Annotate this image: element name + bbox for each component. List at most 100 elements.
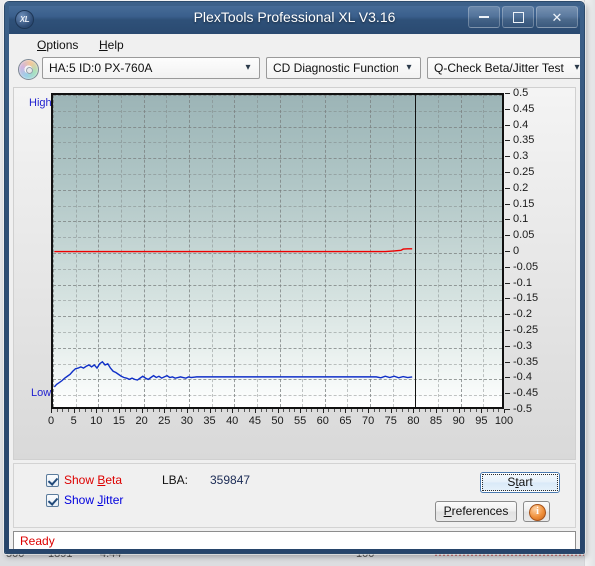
drive-select[interactable]: HA:5 ID:0 PX-760A ▾ (42, 57, 260, 79)
y-axis-tick-label: 0.35 (513, 134, 535, 147)
show-beta-label[interactable]: Show Beta (64, 473, 122, 488)
x-axis-tick-minor (356, 409, 358, 412)
test-select[interactable]: Q-Check Beta/Jitter Test ▾ (427, 57, 584, 79)
show-jitter-label[interactable]: Show Jitter (64, 493, 123, 508)
x-axis-tick-minor (311, 409, 313, 412)
start-button[interactable]: Start (480, 472, 560, 493)
x-axis-tick-minor (130, 409, 132, 412)
x-axis-tick (96, 409, 98, 413)
y-axis-tick-label: 0.1 (513, 213, 529, 226)
x-axis-tick-minor (175, 409, 177, 412)
x-axis-tick (118, 409, 120, 413)
y-axis-tick-label: -0.5 (513, 403, 532, 415)
y-axis-tick-label: -0.4 (513, 371, 532, 384)
drive-select-value: HA:5 ID:0 PX-760A (49, 61, 153, 75)
x-axis-tick-minor (220, 409, 222, 412)
x-axis-tick-minor (470, 409, 472, 412)
y-axis-tick-label: -0.35 (513, 355, 539, 368)
y-axis-tick-label: -0.2 (513, 308, 532, 321)
x-axis-tick-minor (226, 409, 228, 412)
function-select[interactable]: CD Diagnostic Functions ▾ (266, 57, 421, 79)
y-axis-tick (505, 330, 510, 331)
y-axis-tick (505, 219, 510, 221)
x-axis-tick-minor (152, 409, 154, 412)
y-axis-tick-label: -0.1 (513, 276, 532, 289)
x-axis-tick-minor (379, 409, 381, 412)
x-axis-tick-minor (271, 409, 273, 412)
x-axis-tick-minor (135, 409, 137, 412)
show-beta-label-post: eta (105, 473, 123, 487)
y-axis-tick-label: 0.5 (513, 87, 529, 99)
x-axis-tick-minor (90, 409, 92, 412)
x-axis-tick (51, 409, 52, 413)
x-axis-tick-minor (288, 409, 290, 412)
x-axis-tick-minor (62, 409, 64, 412)
x-axis-tick-minor (407, 409, 409, 412)
menu-item-help-rest: elp (107, 38, 124, 52)
y-axis-tick (505, 124, 510, 126)
y-axis-tick-label: -0.25 (513, 324, 539, 336)
y-axis-tick-label: 0 (513, 245, 520, 257)
title-bar: XL PlexTools Professional XL V3.16 ✕ (5, 2, 584, 35)
background-right-edge (584, 0, 595, 566)
x-axis-tick-minor (147, 409, 149, 412)
y-axis-tick (505, 93, 510, 94)
x-axis-tick-minor (107, 409, 109, 412)
x-axis-tick (368, 409, 370, 413)
x-axis-tick (277, 409, 279, 413)
x-axis-tick-minor (464, 409, 466, 412)
x-axis-tick-minor (192, 409, 194, 412)
y-axis-tick (505, 140, 510, 142)
x-axis-tick (186, 409, 188, 413)
menu-item-options[interactable]: Options (31, 37, 84, 54)
y-axis-tick (505, 266, 510, 268)
close-button[interactable]: ✕ (536, 6, 578, 28)
y-axis-tick (505, 172, 510, 173)
x-axis-tick-minor (260, 409, 262, 412)
y-axis-tick-label: 0.25 (513, 166, 535, 178)
x-axis-tick-minor (424, 409, 426, 412)
y-axis-tick (505, 361, 510, 363)
chart-series-jitter (54, 362, 412, 387)
y-axis-tick (505, 203, 510, 205)
x-axis-tick-minor (283, 409, 285, 412)
menu-item-help[interactable]: Help (93, 37, 130, 54)
show-beta-label-pre: Show (64, 473, 98, 487)
x-axis-tick-minor (402, 409, 404, 412)
x-axis-tick-label: 100 (494, 415, 514, 427)
y-axis-tick-label: 0.45 (513, 102, 535, 115)
x-axis-tick-minor (198, 409, 200, 412)
y-axis-tick (505, 409, 510, 410)
maximize-button[interactable] (502, 6, 534, 28)
x-axis-tick-minor (498, 409, 500, 412)
x-axis-tick-minor (487, 409, 488, 412)
chart-plot-area[interactable] (51, 93, 504, 409)
x-axis-tick-minor (334, 409, 336, 412)
x-axis-tick-minor (56, 409, 58, 412)
x-axis-tick-minor (215, 409, 217, 412)
x-axis-tick-minor (373, 409, 375, 412)
y-axis-tick (505, 156, 510, 158)
y-axis-tick-label: 0.05 (513, 229, 535, 242)
toolbar: HA:5 ID:0 PX-760A ▾ CD Diagnostic Functi… (13, 56, 584, 84)
x-axis-tick-minor (475, 409, 477, 412)
x-axis-tick-minor (67, 409, 69, 412)
show-jitter-checkbox[interactable] (46, 494, 59, 507)
show-jitter-label-pre: Show (64, 493, 98, 507)
menu-bar: Options Help (9, 34, 580, 56)
y-axis-tick (505, 377, 510, 379)
x-axis-tick-minor (249, 409, 251, 412)
preferences-button[interactable]: Preferences (435, 501, 517, 522)
show-beta-checkbox[interactable] (46, 474, 59, 487)
x-axis-tick-minor (84, 409, 86, 412)
info-button[interactable]: i (523, 501, 550, 522)
y-axis-tick-label: 0.2 (513, 181, 529, 194)
y-axis-tick (505, 187, 510, 189)
x-axis-tick-minor (237, 409, 239, 412)
x-axis-tick-minor (181, 409, 183, 412)
chart-high-label: High (29, 97, 52, 109)
start-button-focus-ring (482, 474, 558, 491)
y-axis-tick (505, 108, 510, 110)
minimize-button[interactable] (468, 6, 500, 28)
x-axis-tick (232, 409, 234, 413)
